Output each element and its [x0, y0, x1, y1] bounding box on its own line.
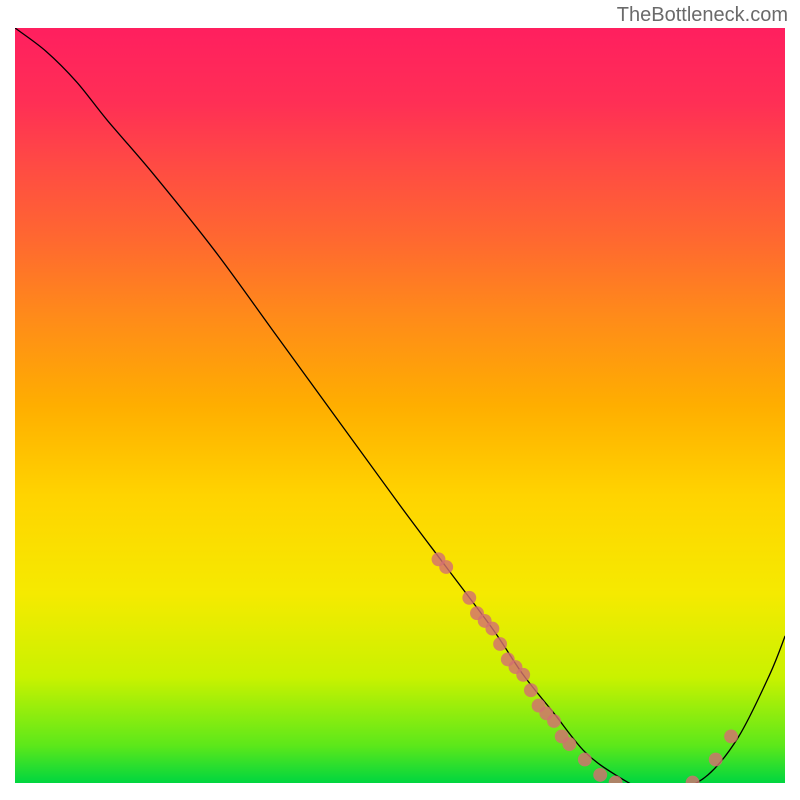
data-point: [578, 753, 592, 767]
data-point: [462, 591, 476, 605]
data-point: [547, 714, 561, 728]
data-point: [686, 776, 700, 783]
plot-area: [15, 28, 785, 783]
chart-root: TheBottleneck.com: [0, 0, 800, 800]
data-point: [439, 560, 453, 574]
data-point: [493, 637, 507, 651]
data-point: [593, 768, 607, 782]
data-point: [516, 668, 530, 682]
data-point: [485, 622, 499, 636]
chart-svg: [15, 28, 785, 783]
data-point: [709, 753, 723, 767]
watermark-text: TheBottleneck.com: [617, 4, 788, 27]
scatter-group: [432, 552, 738, 783]
data-point: [724, 729, 738, 743]
data-point: [524, 683, 538, 697]
data-point: [609, 776, 623, 783]
bottleneck-curve: [15, 28, 785, 783]
data-point: [562, 737, 576, 751]
